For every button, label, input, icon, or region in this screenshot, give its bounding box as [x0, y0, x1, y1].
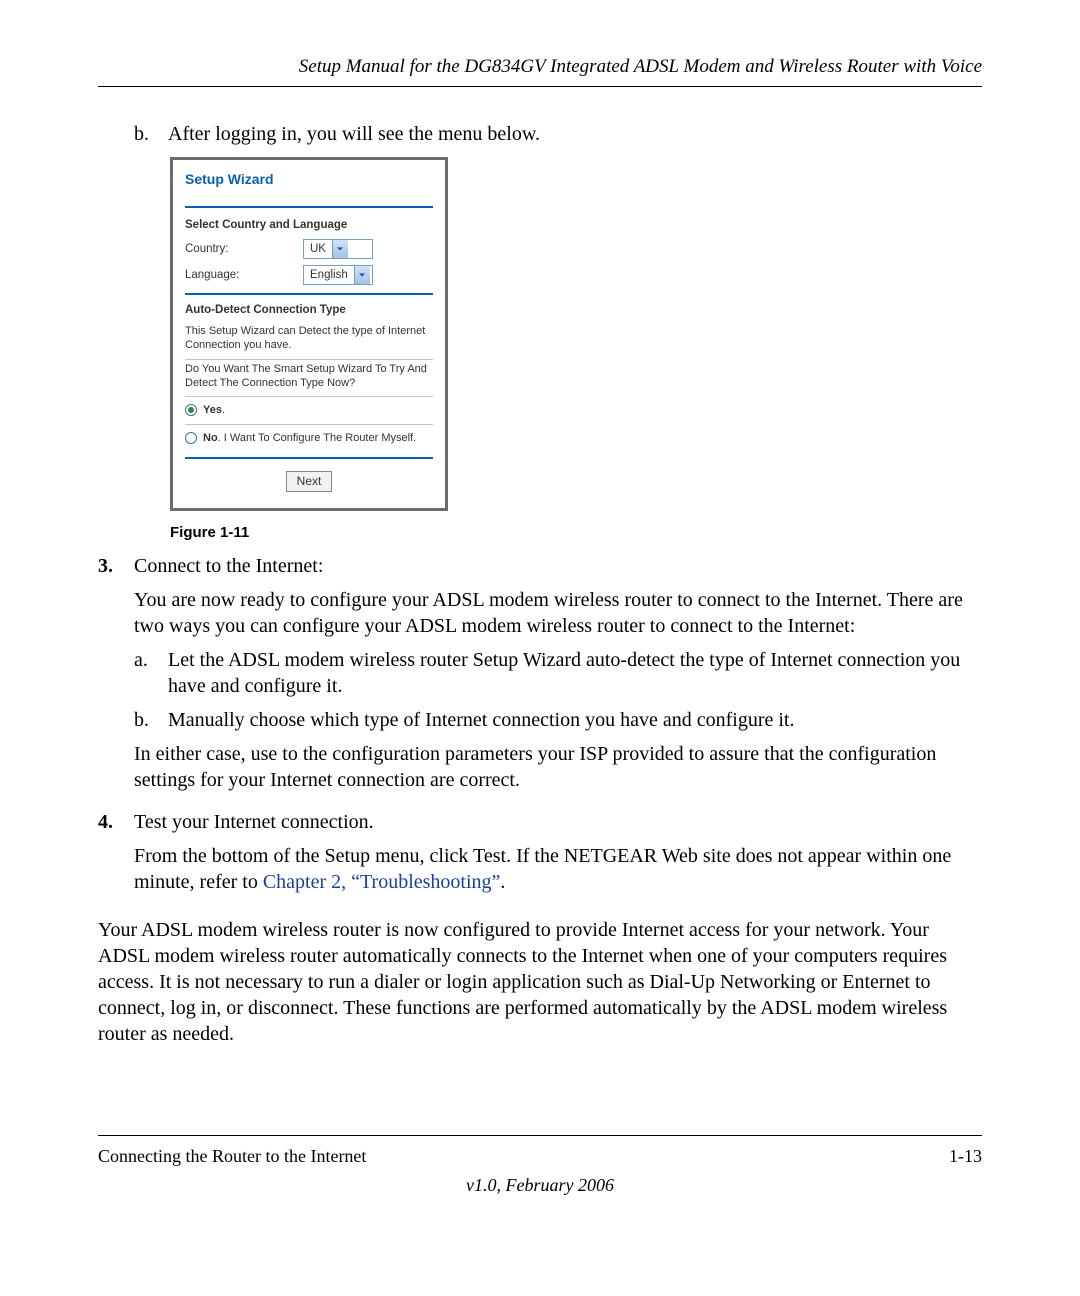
list-marker-4: 4. — [98, 809, 134, 903]
figure-caption: Figure 1-11 — [170, 523, 448, 543]
next-button[interactable]: Next — [286, 471, 333, 493]
country-select[interactable]: UK — [303, 239, 373, 259]
step3-b-text: Manually choose which type of Internet c… — [168, 707, 982, 733]
language-value: English — [304, 268, 354, 283]
setup-wizard-figure: Setup Wizard Select Country and Language… — [170, 157, 448, 543]
country-label: Country: — [185, 242, 303, 257]
list-marker-3a: a. — [134, 647, 168, 699]
section-country-heading: Select Country and Language — [185, 218, 433, 233]
step3-a-text: Let the ADSL modem wireless router Setup… — [168, 647, 982, 699]
chevron-down-icon[interactable] — [332, 240, 348, 258]
page-header: Setup Manual for the DG834GV Integrated … — [98, 56, 982, 87]
list-marker-3b: b. — [134, 707, 168, 733]
step3-p2: In either case, use to the configuration… — [134, 741, 982, 793]
page-footer: Connecting the Router to the Internet 1-… — [98, 1135, 982, 1196]
step-b-text: After logging in, you will see the menu … — [168, 121, 540, 147]
radio-no-icon[interactable] — [185, 432, 197, 444]
step3-p1: You are now ready to configure your ADSL… — [134, 587, 982, 639]
closing-paragraph: Your ADSL modem wireless router is now c… — [98, 917, 982, 1047]
language-label: Language: — [185, 268, 303, 283]
autodetect-desc: This Setup Wizard can Detect the type of… — [185, 324, 433, 353]
troubleshooting-link[interactable]: Chapter 2, “Troubleshooting” — [263, 871, 501, 893]
radio-no-row[interactable]: No. I Want To Configure The Router Mysel… — [185, 427, 433, 449]
step4-title: Test your Internet connection. — [134, 809, 982, 835]
wizard-title: Setup Wizard — [185, 170, 433, 208]
radio-no-label: No — [203, 432, 218, 444]
footer-section: Connecting the Router to the Internet — [98, 1146, 366, 1167]
radio-yes-icon[interactable] — [185, 404, 197, 416]
radio-yes-label: Yes — [203, 404, 222, 416]
radio-yes-row[interactable]: Yes. — [185, 399, 433, 421]
list-marker-3: 3. — [98, 553, 134, 801]
step4-p1: From the bottom of the Setup menu, click… — [134, 843, 982, 895]
list-marker-b: b. — [134, 121, 168, 147]
language-select[interactable]: English — [303, 265, 373, 285]
country-value: UK — [304, 242, 332, 257]
autodetect-question: Do You Want The Smart Setup Wizard To Tr… — [185, 362, 433, 391]
chevron-down-icon[interactable] — [354, 266, 370, 284]
footer-page-number: 1-13 — [949, 1146, 982, 1167]
step3-title: Connect to the Internet: — [134, 553, 982, 579]
footer-version: v1.0, February 2006 — [98, 1175, 982, 1196]
section-autodetect-heading: Auto-Detect Connection Type — [185, 303, 433, 318]
